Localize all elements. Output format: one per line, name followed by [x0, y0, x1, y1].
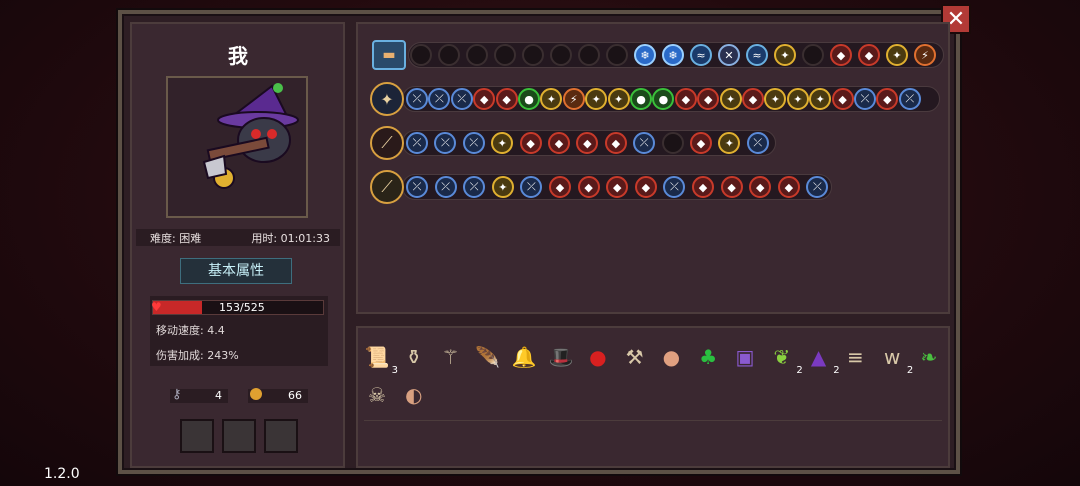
coins-counter: 66: [248, 388, 308, 403]
green-gem-icon[interactable]: ●: [518, 88, 540, 110]
red-gem-icon[interactable]: ◆: [634, 176, 657, 198]
shell-icon[interactable]: ◐: [399, 380, 429, 410]
witch-hat-icon[interactable]: ▲ 2: [804, 342, 840, 376]
blue-gem-icon[interactable]: ⤫: [462, 132, 485, 154]
key-wand-icon[interactable]: ⚚: [436, 342, 466, 372]
divider: [364, 420, 942, 421]
red-gem-icon[interactable]: ◆: [548, 132, 570, 154]
basic-attributes-button[interactable]: 基本属性: [180, 258, 292, 284]
blue-gem-icon[interactable]: ⤫: [406, 176, 428, 198]
red-gem-icon[interactable]: ◆: [577, 176, 600, 198]
red-gem-icon[interactable]: ◆: [692, 176, 714, 198]
health-bar: ♥ 153/525: [151, 300, 324, 315]
gold-gem-icon[interactable]: ✦: [719, 88, 742, 110]
green-gem-icon[interactable]: ●: [630, 88, 652, 110]
equip-slot-2[interactable]: [222, 419, 256, 453]
staff-icon[interactable]: ⟋: [370, 170, 404, 204]
blue-gem-icon[interactable]: ⤫: [746, 132, 769, 154]
gold-gem-icon[interactable]: ✦: [786, 88, 809, 110]
keys-count: 4: [215, 389, 222, 402]
skull-bag-icon[interactable]: ☠: [362, 380, 392, 410]
gold-gem-icon[interactable]: ✦: [607, 88, 630, 110]
red-gem-icon[interactable]: ◆: [495, 88, 518, 110]
staff-icon[interactable]: ✦: [370, 82, 404, 116]
red-gem-icon[interactable]: ◆: [742, 88, 764, 110]
item-count: 2: [906, 365, 914, 376]
staff-icon[interactable]: ⟋: [370, 126, 404, 160]
wave-gem-icon[interactable]: ≈: [746, 44, 768, 66]
empty-gem-slot[interactable]: [550, 44, 572, 66]
equip-slot-3[interactable]: [264, 419, 298, 453]
empty-gem-slot[interactable]: [438, 44, 460, 66]
player-name: 我: [228, 44, 248, 68]
clover-icon[interactable]: ♣: [693, 342, 723, 372]
blue-gem-icon[interactable]: ⤫: [406, 88, 428, 110]
empty-gem-slot[interactable]: [410, 44, 432, 66]
run-info: 难度: 困难 用时: 01:01:33: [136, 229, 340, 246]
tome-icon[interactable]: 📜 3: [362, 342, 398, 376]
pickaxe-icon[interactable]: ⚒: [620, 342, 650, 372]
blue-gem-icon[interactable]: ⤫: [854, 88, 876, 110]
teeth-icon[interactable]: w2: [877, 342, 913, 376]
fire-gem-icon[interactable]: ⚡: [914, 44, 936, 66]
red-gem-icon[interactable]: ◆: [549, 176, 571, 198]
witch-character-icon: [202, 83, 299, 189]
meat-icon[interactable]: ●: [656, 342, 686, 372]
item-count: 2: [796, 365, 803, 376]
empty-gem-slot[interactable]: [494, 44, 516, 66]
red-gem-icon[interactable]: ◆: [858, 44, 880, 66]
wave-gem-icon[interactable]: ≈: [690, 44, 712, 66]
sprout-icon[interactable]: ❧: [914, 342, 944, 372]
blue-gem-icon[interactable]: ⤫: [434, 176, 457, 198]
gold-gem-icon[interactable]: ✦: [491, 176, 514, 198]
character-portrait: [166, 76, 308, 218]
feather-icon[interactable]: 🪶: [472, 342, 502, 372]
leaf-icon[interactable]: ❦ 2: [767, 342, 802, 376]
ribcage-icon[interactable]: ≡: [840, 342, 870, 372]
red-gem-icon[interactable]: ◆: [519, 132, 542, 154]
key-icon: ⚷: [172, 387, 182, 402]
ice-gem-icon[interactable]: ❄: [662, 44, 684, 66]
rune-icon[interactable]: ▣: [730, 342, 760, 372]
hat-icon[interactable]: 🎩: [546, 342, 576, 372]
red-gem-icon[interactable]: ◆: [777, 176, 800, 198]
red-gem-icon[interactable]: ◆: [831, 88, 854, 110]
item-count: 2: [833, 365, 840, 376]
item-count: 3: [391, 365, 398, 376]
damage-bonus-label: 伤害加成: 243%: [156, 349, 239, 362]
eye-icon[interactable]: ●: [583, 342, 613, 372]
blue-gem-icon[interactable]: ⤫: [898, 88, 921, 110]
coin-icon: [250, 388, 262, 400]
keys-counter: ⚷ 4: [170, 387, 228, 403]
difficulty-label: 难度: 困难: [150, 232, 202, 245]
sword-gem-icon[interactable]: ✕: [718, 44, 740, 66]
red-gem-icon[interactable]: ◆: [830, 44, 852, 66]
treasure-chest-icon[interactable]: ▬: [372, 40, 406, 70]
move-speed-label: 移动速度: 4.4: [156, 324, 225, 337]
bottle-icon[interactable]: ⚱: [399, 342, 429, 372]
coins-count: 66: [288, 389, 302, 402]
red-gem-icon[interactable]: ◆: [720, 176, 743, 198]
version-label: 1.2.0: [44, 466, 80, 482]
gold-gem-icon[interactable]: ✦: [774, 44, 796, 66]
ice-gem-icon[interactable]: ❄: [634, 44, 656, 66]
equip-slot-1[interactable]: [180, 419, 214, 453]
empty-gem-slot[interactable]: [578, 44, 600, 66]
empty-gem-slot[interactable]: [661, 132, 684, 154]
empty-gem-slot[interactable]: [522, 44, 544, 66]
heart-icon: ♥: [151, 300, 162, 314]
red-gem-icon[interactable]: ◆: [690, 132, 712, 154]
blue-gem-icon[interactable]: ⤫: [450, 88, 473, 110]
bell-icon[interactable]: 🔔: [509, 342, 539, 372]
fire-gem-icon[interactable]: ⚡: [562, 88, 585, 110]
red-gem-icon[interactable]: ◆: [604, 132, 627, 154]
empty-gem-slot[interactable]: [606, 44, 628, 66]
health-text: 153/525: [219, 301, 265, 314]
red-gem-icon[interactable]: ◆: [674, 88, 697, 110]
empty-gem-slot[interactable]: [802, 44, 824, 66]
gold-gem-icon[interactable]: ✦: [886, 44, 908, 66]
blue-gem-icon[interactable]: ⤫: [406, 132, 428, 154]
empty-gem-slot[interactable]: [466, 44, 488, 66]
time-label: 用时: 01:01:33: [251, 232, 330, 245]
